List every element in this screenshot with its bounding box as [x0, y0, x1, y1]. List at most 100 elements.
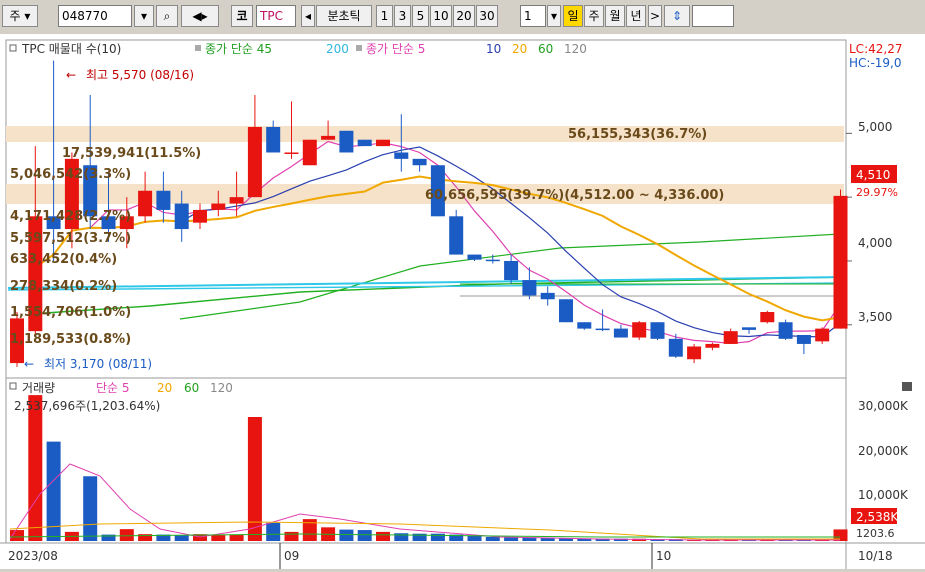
volume-bar — [357, 530, 372, 541]
candle-body — [229, 197, 244, 204]
interval-5-button[interactable]: 5 — [412, 5, 429, 27]
candle-body — [723, 331, 738, 344]
volume-profile-label: 278,334(0.2%) — [10, 279, 117, 294]
legend-ma-120: 120 — [564, 42, 587, 56]
volume-legend-ma60: 60 — [184, 381, 199, 395]
candle-body — [485, 259, 500, 262]
volume-profile-label: 1,554,706(1.0%) — [10, 305, 131, 320]
candle-body — [815, 328, 830, 342]
company-name: TPC — [260, 9, 283, 23]
volume-tick: 10,000K — [858, 488, 909, 502]
legend-marker — [356, 45, 362, 51]
legend-ma-10: 10 — [486, 42, 501, 56]
period-week-button[interactable]: 주 — [584, 5, 604, 27]
candle-body — [650, 322, 665, 339]
chevron-down-icon: ▾ — [550, 9, 558, 23]
code-dropdown-button[interactable]: ▾ — [134, 5, 154, 27]
candle-body — [174, 203, 189, 230]
company-tag: 코 — [236, 9, 248, 23]
stock-chart[interactable]: TPC 매물대 수(10) 종가 단순 45 200 종가 단순 5 10 20… — [0, 34, 925, 569]
close-panel-icon[interactable] — [902, 382, 912, 391]
volume-legend-ma20: 20 — [157, 381, 172, 395]
interval-1-button[interactable]: 1 — [376, 5, 393, 27]
interval-20-button[interactable]: 20 — [453, 5, 475, 27]
period-year-button[interactable]: 년 — [626, 5, 646, 27]
interval-30-button[interactable]: 30 — [476, 5, 498, 27]
extra-input[interactable] — [692, 5, 734, 27]
x-axis-label: 10 — [656, 549, 671, 563]
chart-area: TPC 매물대 수(10) 종가 단순 45 200 종가 단순 5 10 20… — [0, 34, 925, 569]
legend-box — [9, 382, 17, 390]
candle-body — [247, 126, 262, 198]
candle-body — [668, 338, 683, 357]
volume-bar — [339, 529, 354, 541]
volume-bar — [266, 522, 281, 541]
tick-button[interactable]: 분초틱 — [316, 5, 372, 27]
hc-label: HC:-19,0 — [849, 56, 902, 70]
interval-label: 5 — [416, 9, 425, 23]
volume-bar — [211, 535, 226, 541]
x-axis-label: 09 — [284, 549, 299, 563]
candle-body — [394, 152, 409, 159]
interval-10-button[interactable]: 10 — [430, 5, 452, 27]
period-day-button[interactable]: 일 — [563, 5, 583, 27]
candle-body — [760, 312, 775, 323]
candle-body — [833, 195, 848, 329]
updown-button[interactable]: ⇕ — [664, 5, 690, 27]
volume-profile-label: 633,452(0.4%) — [10, 252, 117, 267]
prev-button[interactable]: ◂ — [301, 5, 315, 27]
change-pct: 29.97% — [856, 186, 898, 199]
candle-body — [705, 343, 720, 348]
market-tag: 코 — [231, 5, 253, 27]
price-tick: 3,500 — [858, 310, 892, 324]
market-select[interactable]: 주 ▾ — [2, 5, 38, 27]
current-volume-label: 2,538K — [856, 510, 899, 524]
period-label: 년 — [630, 9, 642, 23]
interval-label: 20 — [456, 9, 472, 23]
toolbar: 주 ▾ 048770 ▾ ⌕ ◀▸ 코 TPC ◂ 분초틱 1 3 5 10 2… — [0, 0, 925, 35]
candle-body — [156, 190, 171, 210]
interval-dropdown[interactable]: ▾ — [547, 5, 561, 27]
candle-body — [138, 190, 153, 217]
next-label: > — [649, 9, 661, 23]
volume-legend-ma5: 단순 5 — [96, 381, 130, 395]
candle-body — [193, 209, 207, 223]
x-axis-right-date: 10/18 — [858, 549, 893, 563]
volume-legend-ma120: 120 — [210, 381, 233, 395]
volume-profile-label: 1,189,533(0.8%) — [10, 332, 131, 347]
tick-label: 분초틱 — [327, 9, 361, 23]
next-button[interactable]: > — [648, 5, 662, 27]
price-panel-frame — [5, 39, 847, 379]
caret-left-icon: ◂ — [304, 9, 312, 23]
candle-body — [613, 328, 628, 338]
volume-profile-label: 60,656,595(39.7%)(4,512.00 ~ 4,336.00) — [425, 188, 724, 203]
volume-bar — [83, 476, 98, 541]
legend-ma-20: 20 — [512, 42, 527, 56]
interval-input[interactable]: 1 — [520, 5, 546, 27]
legend-ma-200: 200 — [326, 42, 349, 56]
candle-body — [211, 203, 226, 210]
code-input[interactable]: 048770 — [58, 5, 132, 27]
volume-bar — [229, 534, 244, 541]
search-button[interactable]: ⌕ — [156, 5, 178, 27]
candle-body — [302, 139, 317, 166]
period-label: 일 — [567, 9, 579, 23]
lc-label: LC:42,27 — [849, 42, 902, 56]
low-note: 최저 3,170 (08/11) — [44, 357, 152, 371]
volume-profile-label: 5,597,512(3.7%) — [10, 231, 131, 246]
candle-body — [742, 327, 756, 330]
market-label: 주 — [9, 9, 21, 23]
volume-profile-label: 5,046,542(3.3%) — [10, 167, 131, 182]
sound-button[interactable]: ◀▸ — [181, 5, 219, 27]
interval-value: 1 — [524, 9, 532, 23]
period-month-button[interactable]: 월 — [605, 5, 625, 27]
current-price: 4,510 — [856, 168, 890, 182]
candle-body — [778, 322, 793, 339]
interval-3-button[interactable]: 3 — [394, 5, 411, 27]
candle-body — [796, 334, 811, 344]
chevron-down-icon: ▾ — [140, 9, 148, 23]
candle-body — [540, 292, 555, 300]
volume-profile-label: 56,155,343(36.7%) — [568, 127, 707, 142]
volume-tick: 20,000K — [858, 444, 909, 458]
volume-legend-title: 거래량 — [22, 381, 55, 395]
